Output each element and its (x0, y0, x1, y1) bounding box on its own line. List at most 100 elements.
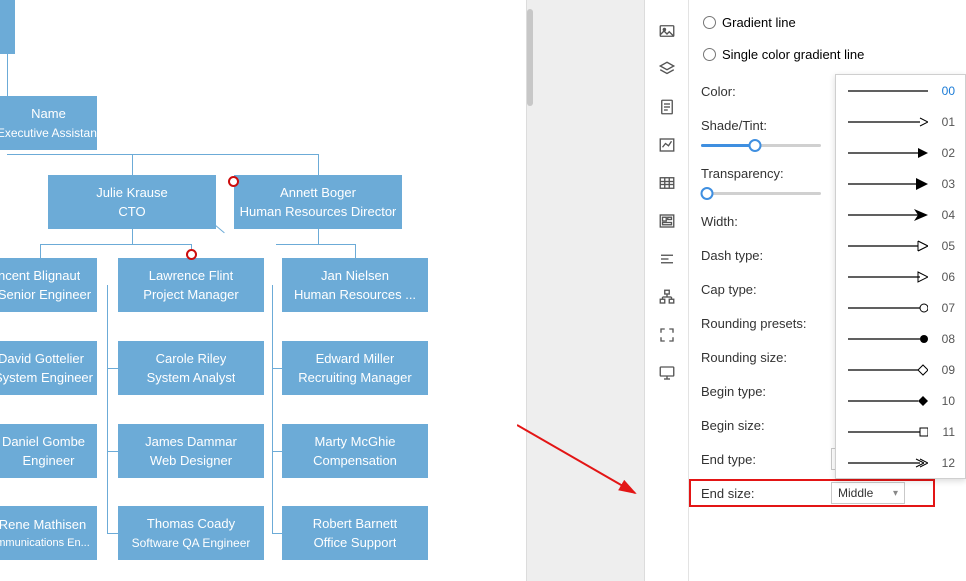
node-title: CTO (118, 202, 145, 222)
node-title: Recruiting Manager (298, 368, 411, 388)
radio-input[interactable] (703, 16, 716, 29)
org-node-julie[interactable]: Julie Krause CTO (48, 175, 216, 229)
scrollbar-thumb[interactable] (527, 9, 533, 106)
node-title: System Engineer (0, 368, 93, 388)
node-title: Compensation (313, 451, 397, 471)
begin-type-label: Begin type: (701, 384, 831, 399)
node-name: Lawrence Flint (149, 266, 234, 286)
node-title: Web Designer (150, 451, 232, 471)
org-node-annett[interactable]: Annett Boger Human Resources Director (234, 175, 402, 229)
rounding-presets-label: Rounding presets: (701, 316, 831, 331)
chevron-down-icon: ▾ (893, 488, 898, 499)
node-title: Human Resources ... (294, 285, 416, 305)
org-node-thomas[interactable]: Thomas Coady Software QA Engineer (118, 506, 264, 560)
table-icon[interactable] (645, 164, 689, 202)
node-name: Edward Miller (316, 349, 395, 369)
node-name: Daniel Gombe (2, 432, 85, 452)
radio-label: Single color gradient line (722, 47, 864, 62)
swatch-10[interactable]: 10 (836, 385, 965, 416)
fullscreen-icon[interactable] (645, 316, 689, 354)
layout-icon[interactable] (645, 202, 689, 240)
node-name: David Gottelier (0, 349, 84, 369)
node-title: Engineer (22, 451, 74, 471)
single-color-radio[interactable]: Single color gradient line (703, 42, 954, 66)
org-node-lawrence[interactable]: Lawrence Flint Project Manager (118, 258, 264, 312)
node-title: Communications En... (0, 535, 90, 552)
swatch-00[interactable]: 00 (836, 75, 965, 106)
org-node-james[interactable]: James Dammar Web Designer (118, 424, 264, 478)
org-node-daniel[interactable]: Daniel Gombe Engineer (0, 424, 97, 478)
node-title: Software QA Engineer (132, 534, 251, 552)
node-name: Name (31, 104, 66, 124)
align-icon[interactable] (645, 240, 689, 278)
node-title: Office Support (314, 533, 397, 553)
end-size-combo[interactable]: Middle ▾ (831, 482, 905, 504)
swatch-07[interactable]: 07 (836, 292, 965, 323)
node-name: Thomas Coady (147, 514, 235, 534)
swatch-05[interactable]: 05 (836, 230, 965, 261)
swatch-04[interactable]: 04 (836, 199, 965, 230)
swatch-11[interactable]: 11 (836, 416, 965, 447)
radio-label: Gradient line (722, 15, 796, 30)
org-node-edward[interactable]: Edward Miller Recruiting Manager (282, 341, 428, 395)
org-node-marty[interactable]: Marty McGhie Compensation (282, 424, 428, 478)
end-size-label: End size: (701, 486, 831, 501)
node-name: Jan Nielsen (321, 266, 389, 286)
node-name: Annett Boger (280, 183, 356, 203)
line-properties-panel: Gradient line Single color gradient line… (689, 0, 966, 581)
org-node-vincent[interactable]: Vincent Blignaut Senior Engineer (0, 258, 97, 312)
chart-icon[interactable] (645, 126, 689, 164)
node-title: Senior Engineer (0, 285, 91, 305)
org-node-root[interactable] (0, 0, 15, 54)
gradient-line-radio[interactable]: Gradient line (703, 10, 954, 34)
org-node-exec-assistant[interactable]: Name Executive Assistant (0, 96, 97, 150)
node-title: Project Manager (143, 285, 238, 305)
node-name: Julie Krause (96, 183, 168, 203)
transparency-label: Transparency: (701, 166, 831, 181)
node-title: Human Resources Director (240, 202, 397, 222)
swatch-09[interactable]: 09 (836, 354, 965, 385)
page-icon[interactable] (645, 88, 689, 126)
swatch-06[interactable]: 06 (836, 261, 965, 292)
node-name: Marty McGhie (315, 432, 396, 452)
swatch-03[interactable]: 03 (836, 168, 965, 199)
cap-label: Cap type: (701, 282, 831, 297)
orgchart-icon[interactable] (645, 278, 689, 316)
swatch-08[interactable]: 08 (836, 323, 965, 354)
begin-size-label: Begin size: (701, 418, 831, 433)
end-type-label: End type: (701, 452, 831, 467)
org-node-carole[interactable]: Carole Riley System Analyst (118, 341, 264, 395)
swatch-02[interactable]: 02 (836, 137, 965, 168)
node-name: Rene Mathisen (0, 515, 86, 535)
dash-label: Dash type: (701, 248, 831, 263)
scroll-gutter (526, 0, 645, 581)
transparency-slider[interactable] (701, 192, 821, 195)
swatch-12[interactable]: 12 (836, 447, 965, 478)
shade-label: Shade/Tint: (701, 118, 831, 133)
layers-icon[interactable] (645, 50, 689, 88)
arrow-type-dropdown[interactable]: 00 01 02 03 04 05 (835, 74, 966, 479)
connector-start-handle[interactable] (228, 176, 239, 187)
swatch-01[interactable]: 01 (836, 106, 965, 137)
width-label: Width: (701, 214, 831, 229)
org-node-jan[interactable]: Jan Nielsen Human Resources ... (282, 258, 428, 312)
shade-slider[interactable] (701, 144, 821, 147)
side-icon-bar (645, 0, 689, 581)
node-name: Vincent Blignaut (0, 266, 80, 286)
org-node-david[interactable]: David Gottelier System Engineer (0, 341, 97, 395)
org-node-rene[interactable]: Rene Mathisen Communications En... (0, 506, 97, 560)
node-title: Executive Assistant (0, 124, 100, 142)
color-label: Color: (701, 84, 831, 99)
connector-end-handle[interactable] (186, 249, 197, 260)
org-node-robert[interactable]: Robert Barnett Office Support (282, 506, 428, 560)
node-name: Carole Riley (156, 349, 227, 369)
annotation-arrow (517, 415, 647, 505)
node-name: Robert Barnett (313, 514, 398, 534)
presentation-icon[interactable] (645, 354, 689, 392)
node-title: System Analyst (147, 368, 236, 388)
rounding-size-label: Rounding size: (701, 350, 831, 365)
image-icon[interactable] (645, 12, 689, 50)
radio-input[interactable] (703, 48, 716, 61)
org-chart-canvas[interactable]: Name Executive Assistant Julie Krause CT… (0, 0, 526, 581)
combo-value: Middle (838, 486, 873, 500)
